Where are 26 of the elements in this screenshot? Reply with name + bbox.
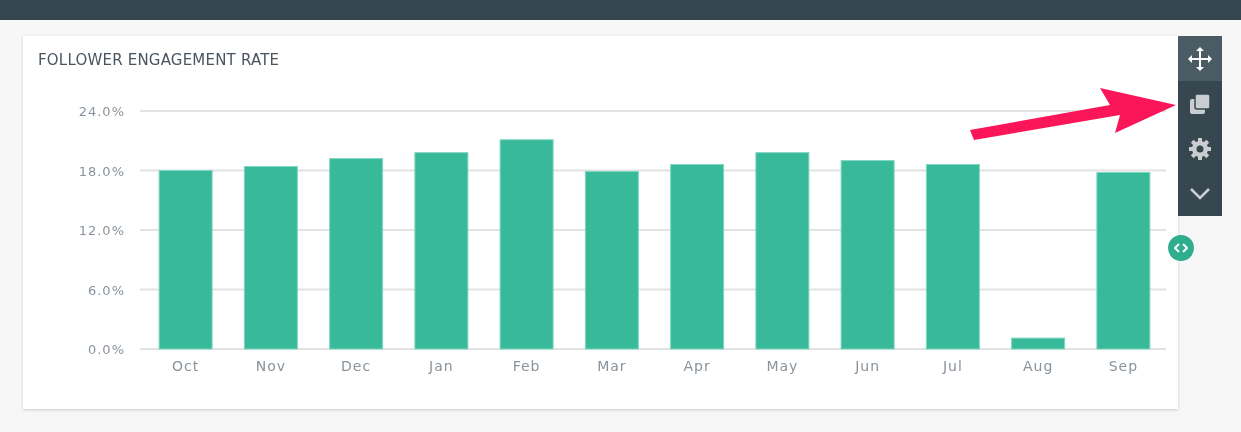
x-tick-label: Mar <box>597 358 627 374</box>
x-tick-label: Jun <box>855 358 881 374</box>
y-tick-label: 0.0% <box>87 342 125 357</box>
x-tick-label: Apr <box>683 358 711 374</box>
y-tick-label: 18.0% <box>78 163 125 179</box>
x-tick-label: Jul <box>942 358 963 374</box>
settings-icon <box>1188 136 1212 161</box>
x-tick-label: Oct <box>172 358 200 374</box>
resize-handle[interactable] <box>1168 235 1194 261</box>
copy-icon <box>1188 91 1212 116</box>
x-tick-label: Sep <box>1108 358 1139 374</box>
x-tick-label: May <box>766 358 799 374</box>
x-tick-label: Nov <box>255 358 287 374</box>
move-icon <box>1188 46 1212 71</box>
x-tick-label: Dec <box>341 358 372 374</box>
move-button[interactable] <box>1178 36 1222 81</box>
x-tick-label: Jan <box>429 358 454 374</box>
x-tick-label: Feb <box>512 358 541 374</box>
chevron-down-icon <box>1189 186 1211 201</box>
y-tick-label: 12.0% <box>78 223 125 238</box>
widget-title: FOLLOWER ENGAGEMENT RATE <box>38 51 280 69</box>
y-tick-label: 6.0% <box>87 282 125 298</box>
left-right-icon <box>1174 243 1188 253</box>
x-tick-label: Aug <box>1022 358 1054 374</box>
y-tick-label: 24.0% <box>78 104 125 119</box>
bar <box>1011 337 1066 350</box>
